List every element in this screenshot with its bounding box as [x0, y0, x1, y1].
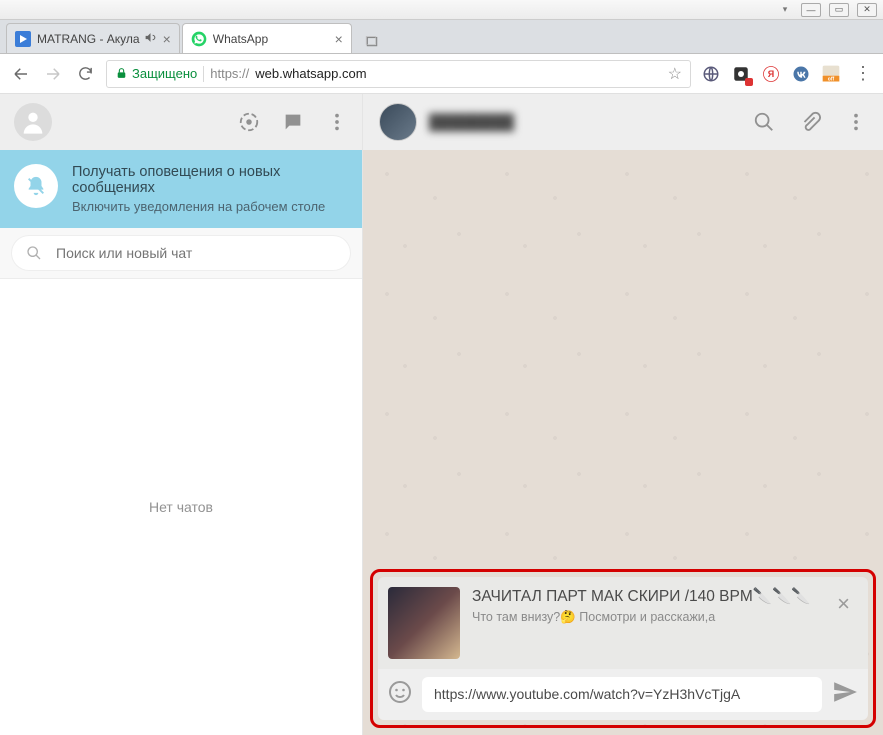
svg-text:off: off: [828, 76, 835, 82]
extension-savefrom-icon[interactable]: off: [821, 64, 841, 84]
forward-button[interactable]: [42, 63, 64, 85]
person-icon: [19, 108, 47, 136]
url-scheme: https://: [210, 66, 249, 81]
tab-title: WhatsApp: [213, 32, 329, 46]
secure-label: Защищено: [132, 66, 197, 81]
tab-favicon-whatsapp-icon: [191, 31, 207, 47]
kebab-icon: [845, 111, 867, 133]
sidebar-header: [0, 94, 362, 150]
link-preview-text: ЗАЧИТАЛ ПАРТ МАК СКИРИ /140 BPM🔪🔪🔪 Что т…: [472, 587, 817, 625]
window-close-button[interactable]: ✕: [857, 3, 877, 17]
address-bar[interactable]: Защищено https:// web.whatsapp.com ☆: [106, 60, 691, 88]
back-button[interactable]: [10, 63, 32, 85]
notifications-banner[interactable]: Получать оповещения о новых сообщениях В…: [0, 150, 362, 228]
extension-yandex-icon[interactable]: Я: [761, 64, 781, 84]
search-box[interactable]: [12, 236, 350, 270]
new-tab-button[interactable]: [360, 29, 384, 53]
smiley-icon: [388, 680, 412, 704]
paperclip-icon: [799, 111, 821, 133]
bookmark-star-icon[interactable]: ☆: [668, 64, 682, 84]
attach-button[interactable]: [799, 111, 821, 133]
notifications-text: Получать оповещения о новых сообщениях В…: [72, 164, 348, 214]
url-host: web.whatsapp.com: [255, 66, 366, 81]
tab-close-icon[interactable]: ×: [335, 32, 343, 46]
window-dropdown-icon[interactable]: ▾: [777, 3, 793, 17]
chrome-menu-button[interactable]: ⋮: [851, 63, 873, 85]
chat-search-button[interactable]: [753, 111, 775, 133]
conversation-body[interactable]: ЗАЧИТАЛ ПАРТ МАК СКИРИ /140 BPM🔪🔪🔪 Что т…: [363, 150, 883, 735]
message-input-value: https://www.youtube.com/watch?v=YzH3hVcT…: [434, 686, 740, 702]
empty-label: Нет чатов: [149, 499, 213, 515]
emoji-button[interactable]: [388, 680, 412, 709]
tab-favicon-video-icon: [15, 31, 31, 47]
message-input[interactable]: https://www.youtube.com/watch?v=YzH3hVcT…: [422, 677, 822, 712]
chat-list-empty: Нет чатов: [0, 279, 362, 735]
lock-icon: [115, 67, 128, 80]
tab-title: MATRANG - Акула: [37, 32, 140, 46]
link-preview-close-button[interactable]: ×: [829, 587, 858, 621]
notifications-subtitle: Включить уведомления на рабочем столе: [72, 199, 348, 214]
window-maximize-button[interactable]: ▭: [829, 3, 849, 17]
search-icon: [26, 245, 42, 261]
contact-name: ████████: [429, 114, 514, 131]
browser-toolbar: Защищено https:// web.whatsapp.com ☆ Я of…: [0, 54, 883, 94]
extension-vk-icon[interactable]: [791, 64, 811, 84]
composer-zone: ЗАЧИТАЛ ПАРТ МАК СКИРИ /140 BPM🔪🔪🔪 Что т…: [363, 562, 883, 735]
user-avatar[interactable]: [14, 103, 52, 141]
link-preview-thumbnail: [388, 587, 460, 659]
chat-menu-button[interactable]: [845, 111, 867, 133]
close-icon: ×: [837, 591, 850, 616]
send-button[interactable]: [832, 679, 858, 710]
extension-icons: Я off ⋮: [701, 63, 873, 85]
search-icon: [753, 111, 775, 133]
secure-badge: Защищено: [115, 66, 197, 81]
tab-matrang[interactable]: MATRANG - Акула ×: [6, 23, 180, 53]
tab-strip: MATRANG - Акула × WhatsApp ×: [0, 20, 883, 54]
search-input[interactable]: [56, 245, 336, 261]
reload-button[interactable]: [74, 63, 96, 85]
conversation-pane: ████████ ЗАЧИТАЛ ПА: [363, 94, 883, 735]
extension-globe-icon[interactable]: [701, 64, 721, 84]
audio-indicator-icon[interactable]: [144, 31, 157, 47]
new-chat-button[interactable]: [282, 111, 304, 133]
notifications-title: Получать оповещения о новых сообщениях: [72, 164, 348, 196]
extension-icon-badge[interactable]: [731, 64, 751, 84]
annotation-highlight: ЗАЧИТАЛ ПАРТ МАК СКИРИ /140 BPM🔪🔪🔪 Что т…: [370, 569, 876, 728]
send-icon: [832, 679, 858, 705]
sidebar-search: [0, 228, 362, 279]
tab-whatsapp[interactable]: WhatsApp ×: [182, 23, 352, 53]
tab-close-icon[interactable]: ×: [163, 32, 171, 46]
composer-row: https://www.youtube.com/watch?v=YzH3hVcT…: [378, 669, 868, 720]
svg-text:Я: Я: [768, 69, 774, 79]
chat-icon: [282, 111, 304, 133]
kebab-icon: [326, 111, 348, 133]
notifications-bell-icon: [14, 164, 58, 208]
link-preview-title: ЗАЧИТАЛ ПАРТ МАК СКИРИ /140 BPM🔪🔪🔪: [472, 587, 817, 606]
separator: [203, 66, 204, 82]
link-preview-subtitle: Что там внизу?🤔 Посмотри и расскажи,а: [472, 610, 817, 625]
contact-avatar[interactable]: [379, 103, 417, 141]
sidebar-menu-button[interactable]: [326, 111, 348, 133]
sidebar: Получать оповещения о новых сообщениях В…: [0, 94, 363, 735]
link-preview-card: ЗАЧИТАЛ ПАРТ МАК СКИРИ /140 BPM🔪🔪🔪 Что т…: [378, 577, 868, 669]
status-button[interactable]: [238, 111, 260, 133]
conversation-header[interactable]: ████████: [363, 94, 883, 150]
window-minimize-button[interactable]: —: [801, 3, 821, 17]
window-chrome: ▾ — ▭ ✕: [0, 0, 883, 20]
whatsapp-app: Получать оповещения о новых сообщениях В…: [0, 94, 883, 735]
status-ring-icon: [238, 111, 260, 133]
